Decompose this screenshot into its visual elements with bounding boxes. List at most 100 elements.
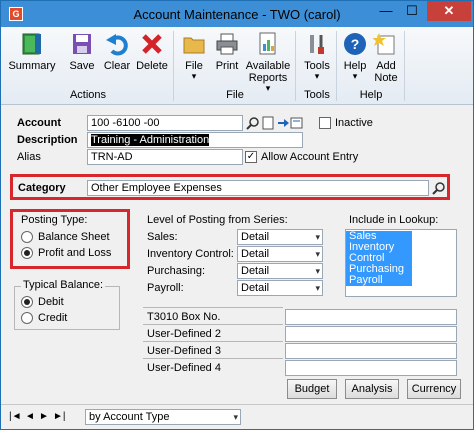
add-note-button[interactable]: Add Note: [371, 31, 401, 84]
account-maintenance-window: G Account Maintenance - TWO (carol) — ☐ …: [0, 0, 474, 430]
t3010-field[interactable]: [285, 309, 457, 325]
ribbon-separator: [295, 31, 296, 101]
clear-label: Clear: [103, 60, 131, 72]
credit-label: Credit: [38, 312, 68, 324]
credit-radio[interactable]: [21, 312, 33, 324]
payroll-posting-value: Detail: [241, 282, 270, 294]
summary-button[interactable]: Summary: [7, 31, 57, 72]
category-lookup-icon[interactable]: [432, 181, 446, 195]
available-reports-button[interactable]: Available Reports ▾: [245, 31, 291, 93]
save-button[interactable]: Save: [65, 31, 99, 72]
balance-sheet-radio[interactable]: [21, 231, 33, 243]
inventory-posting-select[interactable]: Detail ▾: [237, 246, 323, 262]
include-in-lookup-list[interactable]: Sales Inventory Control Purchasing Payro…: [345, 229, 457, 297]
profit-and-loss-label: Profit and Loss: [38, 247, 112, 259]
purchasing-series-label: Purchasing:: [147, 265, 206, 277]
close-button[interactable]: ✕: [427, 1, 471, 21]
category-label: Category: [18, 182, 66, 194]
allow-account-entry-label: Allow Account Entry: [261, 151, 359, 163]
help-button[interactable]: ? Help ▾: [341, 31, 369, 81]
delete-x-icon: [142, 34, 162, 54]
ribbon-toolbar: Summary Save Clear Delete Actions File ▾…: [1, 27, 473, 105]
currency-button[interactable]: Currency: [407, 379, 461, 399]
user-field-divider: [143, 324, 283, 340]
user-defined-4-field[interactable]: [285, 360, 457, 376]
next-record-button[interactable]: ►: [39, 411, 49, 422]
file-dropdown-icon: ▾: [191, 71, 197, 81]
arrow-right-icon[interactable]: [276, 116, 290, 130]
last-record-button[interactable]: ►|: [53, 411, 66, 422]
save-icon: [73, 34, 91, 54]
debit-radio[interactable]: [21, 296, 33, 308]
alias-field[interactable]: TRN-AD: [87, 149, 243, 165]
tools-dropdown-icon: ▾: [314, 71, 320, 81]
inactive-checkbox[interactable]: [319, 117, 331, 129]
description-label: Description: [17, 134, 78, 146]
add-note-label: Add Note: [374, 60, 398, 84]
new-document-icon[interactable]: [261, 116, 275, 130]
ribbon-separator: [336, 31, 337, 101]
tools-button[interactable]: Tools ▾: [301, 31, 333, 81]
group-actions-label: Actions: [69, 89, 107, 101]
profit-and-loss-radio[interactable]: [21, 247, 33, 259]
lookup-item-inventory[interactable]: Inventory Control: [346, 242, 412, 264]
clear-button[interactable]: Clear: [101, 31, 133, 72]
payroll-series-label: Payroll:: [147, 282, 184, 294]
user-field-divider: [143, 358, 283, 374]
first-record-button[interactable]: |◄: [9, 411, 22, 422]
sort-order-value: by Account Type: [89, 411, 170, 423]
payroll-posting-select[interactable]: Detail ▾: [237, 280, 323, 296]
purchasing-posting-value: Detail: [241, 265, 270, 277]
alias-label: Alias: [17, 151, 41, 163]
bottom-navigation-bar: |◄ ◄ ► ►| by Account Type ▾: [1, 404, 473, 429]
allow-account-entry-checkbox[interactable]: ✓: [245, 151, 257, 163]
typical-balance-title: Typical Balance:: [21, 279, 106, 291]
account-label: Account: [17, 117, 61, 129]
file-button[interactable]: File ▾: [179, 31, 209, 81]
undo-icon: [106, 34, 128, 56]
posting-type-title: Posting Type:: [21, 214, 88, 226]
wrench-icon: [310, 35, 324, 54]
maximize-button[interactable]: ☐: [399, 1, 425, 21]
chevron-down-icon: ▾: [315, 283, 320, 293]
sales-posting-select[interactable]: Detail ▾: [237, 229, 323, 245]
account-field[interactable]: 100 -6100 -00: [87, 115, 243, 131]
print-button[interactable]: Print: [211, 31, 243, 72]
budget-button[interactable]: Budget: [287, 379, 337, 399]
category-field[interactable]: Other Employee Expenses: [87, 180, 429, 196]
description-field[interactable]: Training - Administration: [87, 132, 303, 148]
minimize-button[interactable]: —: [373, 1, 399, 21]
balance-sheet-label: Balance Sheet: [38, 231, 110, 243]
purchasing-posting-select[interactable]: Detail ▾: [237, 263, 323, 279]
chevron-down-icon: ▾: [315, 266, 320, 276]
folder-icon: [183, 37, 205, 54]
level-of-posting-title: Level of Posting from Series:: [147, 214, 288, 226]
user-defined-3-field[interactable]: [285, 343, 457, 359]
summary-book-icon: [22, 33, 41, 55]
ribbon-separator: [404, 31, 405, 101]
expand-icon[interactable]: [290, 116, 304, 130]
inventory-posting-value: Detail: [241, 248, 270, 260]
lookup-item-payroll[interactable]: Payroll: [346, 275, 412, 286]
printer-icon: [216, 33, 238, 55]
analysis-button[interactable]: Analysis: [345, 379, 399, 399]
available-reports-label: Available Reports: [245, 60, 291, 84]
sort-order-select[interactable]: by Account Type ▾: [85, 409, 241, 425]
sales-posting-value: Detail: [241, 231, 270, 243]
reports-icon: [259, 32, 276, 55]
chevron-down-icon: ▾: [233, 412, 238, 422]
inactive-label: Inactive: [335, 117, 373, 129]
print-label: Print: [215, 60, 239, 72]
save-label: Save: [69, 60, 95, 72]
delete-button[interactable]: Delete: [135, 31, 169, 72]
group-help-label: Help: [359, 89, 383, 101]
previous-record-button[interactable]: ◄: [25, 411, 35, 422]
debit-label: Debit: [38, 296, 64, 308]
user-field-divider: [143, 307, 283, 323]
include-in-lookup-title: Include in Lookup:: [349, 214, 439, 226]
add-note-icon: [373, 33, 395, 55]
user-defined-2-field[interactable]: [285, 326, 457, 342]
group-tools-label: Tools: [304, 89, 330, 101]
delete-label: Delete: [136, 60, 168, 72]
lookup-icon[interactable]: [246, 116, 260, 130]
